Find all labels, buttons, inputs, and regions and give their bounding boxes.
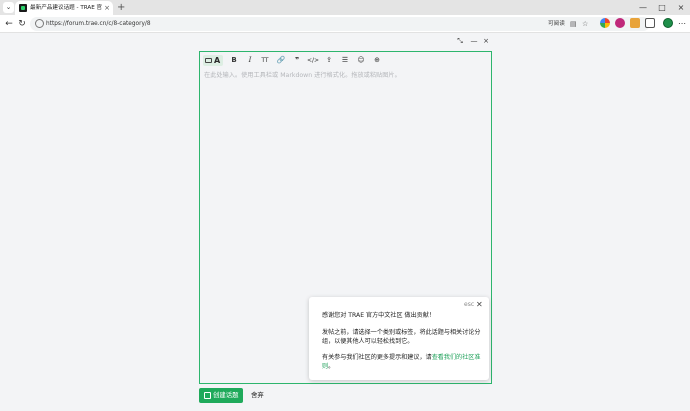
link-icon[interactable]: 🔗 xyxy=(276,55,286,66)
site-info-icon[interactable] xyxy=(35,19,44,28)
browser-menu-icon[interactable]: ⋯ xyxy=(678,18,686,29)
window-minimize-button[interactable]: — xyxy=(637,1,649,14)
back-button[interactable]: ← xyxy=(3,18,15,30)
favorite-star-icon[interactable]: ☆ xyxy=(582,19,588,29)
refresh-button[interactable]: ↻ xyxy=(16,18,28,30)
address-url: https://forum.trae.cn/c/8-category/8 xyxy=(46,21,151,27)
keyboard-icon xyxy=(205,58,212,63)
browser-tabstrip: ⌄ 最新产品建议话题 - TRAE 官方中文社区 × + — □ × xyxy=(0,0,690,15)
popup-esc-hint: esc xyxy=(464,301,475,308)
composer-collapse-icon[interactable]: ⤡ xyxy=(455,37,465,46)
popup-category-hint: 发帖之前，请选择一个类别或标签，将此话题与相关讨论分组，以便其他人可以轻松找到它… xyxy=(322,329,481,345)
create-topic-button[interactable]: 创建话题 xyxy=(199,388,243,403)
read-mode-icon[interactable]: ▤ xyxy=(570,19,577,29)
window-close-button[interactable]: × xyxy=(675,1,687,14)
composer-minimize-icon[interactable]: — xyxy=(469,37,479,46)
discard-button[interactable]: 舍弃 xyxy=(251,391,264,400)
tab-title: 最新产品建议话题 - TRAE 官方中文社区 xyxy=(30,5,102,11)
composer-close-icon[interactable]: × xyxy=(481,37,491,46)
browser-tab[interactable]: 最新产品建议话题 - TRAE 官方中文社区 × xyxy=(15,1,113,15)
popup-thanks-text: 感谢您对 TRAE 官方中文社区 做出贡献！ xyxy=(322,312,435,319)
upload-icon[interactable]: ⇪ xyxy=(324,55,334,66)
profile-avatar[interactable] xyxy=(663,18,673,28)
quote-icon[interactable]: ❞ xyxy=(292,55,302,66)
tab-close-icon[interactable]: × xyxy=(104,3,110,13)
bold-button[interactable]: B xyxy=(229,55,239,66)
code-icon[interactable]: </> xyxy=(307,55,319,66)
editor-placeholder: 在此处输入。使用工具栏或 Markdown 进行格式化。拖放或粘贴图片。 xyxy=(204,72,401,79)
more-options-icon[interactable]: ⊕ xyxy=(372,55,382,66)
extension-shield-icon[interactable] xyxy=(630,18,640,28)
emoji-icon[interactable]: ☺ xyxy=(356,55,366,66)
italic-button[interactable]: I xyxy=(245,55,255,66)
bullet-list-icon[interactable]: ☰ xyxy=(340,55,350,66)
popup-close-icon[interactable]: ✕ xyxy=(476,300,483,309)
extensions-puzzle-icon[interactable] xyxy=(645,18,655,28)
popup-guidelines-suffix: 。 xyxy=(328,363,335,370)
address-bar[interactable]: https://forum.trae.cn/c/8-category/8 可阅读… xyxy=(30,17,650,31)
new-tab-button[interactable]: + xyxy=(117,1,125,14)
trae-favicon-icon xyxy=(19,4,27,12)
read-aloud-label[interactable]: 可阅读 xyxy=(548,19,565,29)
window-maximize-button[interactable]: □ xyxy=(656,1,668,14)
text-format-icon: A xyxy=(214,56,221,65)
tab-list-icon[interactable]: ⌄ xyxy=(3,2,14,13)
extension-color-icon[interactable] xyxy=(600,18,610,28)
create-topic-label: 创建话题 xyxy=(213,391,239,399)
rich-text-toggle[interactable]: A xyxy=(203,55,223,66)
popup-guidelines-prefix: 有关参与我们社区的更多提示和建议，请 xyxy=(322,354,432,361)
popup-guidelines-text: 有关参与我们社区的更多提示和建议，请查看我们的社区准则。 xyxy=(322,353,482,371)
new-topic-tips-popup: esc ✕ 感谢您对 TRAE 官方中文社区 做出贡献！ 发帖之前，请选择一个类… xyxy=(309,297,489,380)
heading-button[interactable]: TT xyxy=(260,55,270,66)
editor-toolbar: A B I TT 🔗 ❞ </> ⇪ ☰ ☺ ⊕ xyxy=(200,52,491,69)
edit-icon xyxy=(204,392,211,399)
extension-profile-icon[interactable] xyxy=(615,18,625,28)
browser-toolbar: ← ↻ https://forum.trae.cn/c/8-category/8… xyxy=(0,15,690,33)
